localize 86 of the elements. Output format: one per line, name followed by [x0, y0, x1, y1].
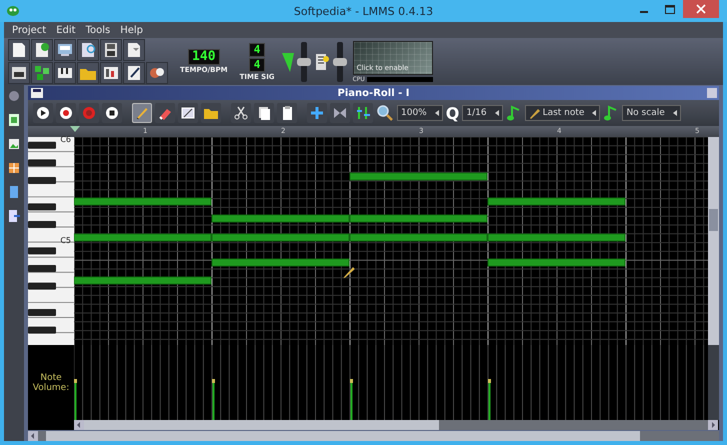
- keyboard-window-button[interactable]: [8, 62, 30, 84]
- scrollbar-thumb[interactable]: [709, 209, 718, 231]
- pencil-cursor-icon: [342, 265, 356, 279]
- dropdown-arrow-icon[interactable]: [492, 107, 502, 119]
- bowtie-button[interactable]: [330, 103, 350, 123]
- note-volume-label: Note Volume:: [32, 372, 70, 392]
- quantize-value: 1/16: [466, 108, 488, 118]
- record-accompany-icon: [81, 105, 97, 121]
- cut-icon: [233, 105, 249, 121]
- controller-button[interactable]: [146, 62, 168, 84]
- scroll-left-icon[interactable]: [28, 431, 38, 441]
- scale-dropdown[interactable]: No scale: [622, 105, 681, 121]
- new-file-button[interactable]: [8, 39, 30, 61]
- slider-thumb[interactable]: [296, 58, 311, 66]
- dropdown-arrow-icon[interactable]: [432, 107, 442, 119]
- select-button[interactable]: [178, 103, 198, 123]
- cpu-meter: [366, 76, 433, 82]
- export-file-button[interactable]: [123, 39, 145, 61]
- time-signature-denominator[interactable]: 4: [248, 58, 266, 72]
- window-title: Softpedia* - LMMS 0.4.13: [294, 4, 434, 18]
- stop-button[interactable]: [102, 103, 122, 123]
- close-button[interactable]: [683, 0, 719, 18]
- paste-button[interactable]: [277, 103, 297, 123]
- menu-item[interactable]: Help: [116, 24, 148, 36]
- quantize-label: Q: [446, 104, 460, 122]
- copy-button[interactable]: [254, 103, 274, 123]
- note-length-value: Last note: [542, 108, 586, 118]
- app-icon: [6, 5, 20, 17]
- select-icon: [180, 105, 196, 121]
- record-icon: [58, 105, 74, 121]
- folder-button[interactable]: [77, 62, 99, 84]
- quantize-dropdown[interactable]: 1/16: [462, 105, 503, 121]
- close-icon: [696, 4, 706, 14]
- scroll-left-icon[interactable]: [74, 420, 84, 430]
- document-arrow-icon[interactable]: [6, 208, 22, 224]
- recent-file-button[interactable]: [77, 39, 99, 61]
- grid-tile-icon[interactable]: [6, 160, 22, 176]
- tempo-display[interactable]: 140: [188, 49, 220, 65]
- menu-item[interactable]: Edit: [52, 24, 80, 36]
- template-button[interactable]: [31, 39, 53, 61]
- volume-bars-drawing[interactable]: [74, 379, 491, 420]
- picture-icon[interactable]: [6, 136, 22, 152]
- scroll-right-icon[interactable]: [708, 420, 718, 430]
- move-button[interactable]: [307, 103, 327, 123]
- volume-wedge-icon: [280, 50, 295, 72]
- horizontal-scrollbar[interactable]: [74, 420, 708, 430]
- play-icon: [35, 105, 51, 121]
- cut-button[interactable]: [231, 103, 251, 123]
- magnifier-icon: [376, 104, 394, 122]
- key-label: C6: [60, 135, 71, 144]
- time-signature-numerator[interactable]: 4: [248, 42, 266, 56]
- blocks-button[interactable]: [31, 62, 53, 84]
- note-length-dropdown[interactable]: Last note: [524, 105, 600, 121]
- copy-icon: [256, 105, 272, 121]
- piano-roll-icon: [31, 88, 43, 98]
- equalizer-button[interactable]: [353, 103, 373, 123]
- scrollbar-thumb[interactable]: [84, 420, 440, 430]
- piano-window-button[interactable]: [54, 62, 76, 84]
- menu-item[interactable]: Project: [8, 24, 50, 36]
- move-icon: [309, 105, 325, 121]
- play-button[interactable]: [33, 103, 53, 123]
- mixer-window-button[interactable]: [100, 62, 122, 84]
- music-note-icon: [603, 104, 620, 122]
- equalizer-icon: [355, 105, 371, 121]
- menu-item[interactable]: Tools: [82, 24, 114, 36]
- record-button[interactable]: [56, 103, 76, 123]
- pencil-icon: [528, 107, 541, 119]
- folder-button[interactable]: [201, 103, 221, 123]
- key-label: C5: [60, 236, 71, 245]
- dropdown-arrow-icon[interactable]: [670, 107, 680, 119]
- floppy-disk-button[interactable]: [100, 39, 122, 61]
- piano-keyboard-drawing[interactable]: [28, 137, 74, 345]
- stop-icon: [104, 105, 120, 121]
- zoom-value: 100%: [401, 108, 428, 118]
- vertical-scrollbar[interactable]: [708, 137, 719, 345]
- notepad-button[interactable]: [123, 62, 145, 84]
- slider-thumb[interactable]: [332, 58, 347, 66]
- music-note-icon: [506, 104, 522, 122]
- blocks-icon: [32, 63, 52, 83]
- spreadsheet-icon[interactable]: [6, 112, 22, 128]
- scale-value: No scale: [626, 108, 666, 118]
- zoom-dropdown[interactable]: 100%: [397, 105, 443, 121]
- piano-roll-title: Piano-Roll - I: [338, 88, 410, 98]
- bowtie-icon: [332, 105, 348, 121]
- monitor-button[interactable]: [54, 39, 76, 61]
- pencil-icon: [134, 105, 150, 121]
